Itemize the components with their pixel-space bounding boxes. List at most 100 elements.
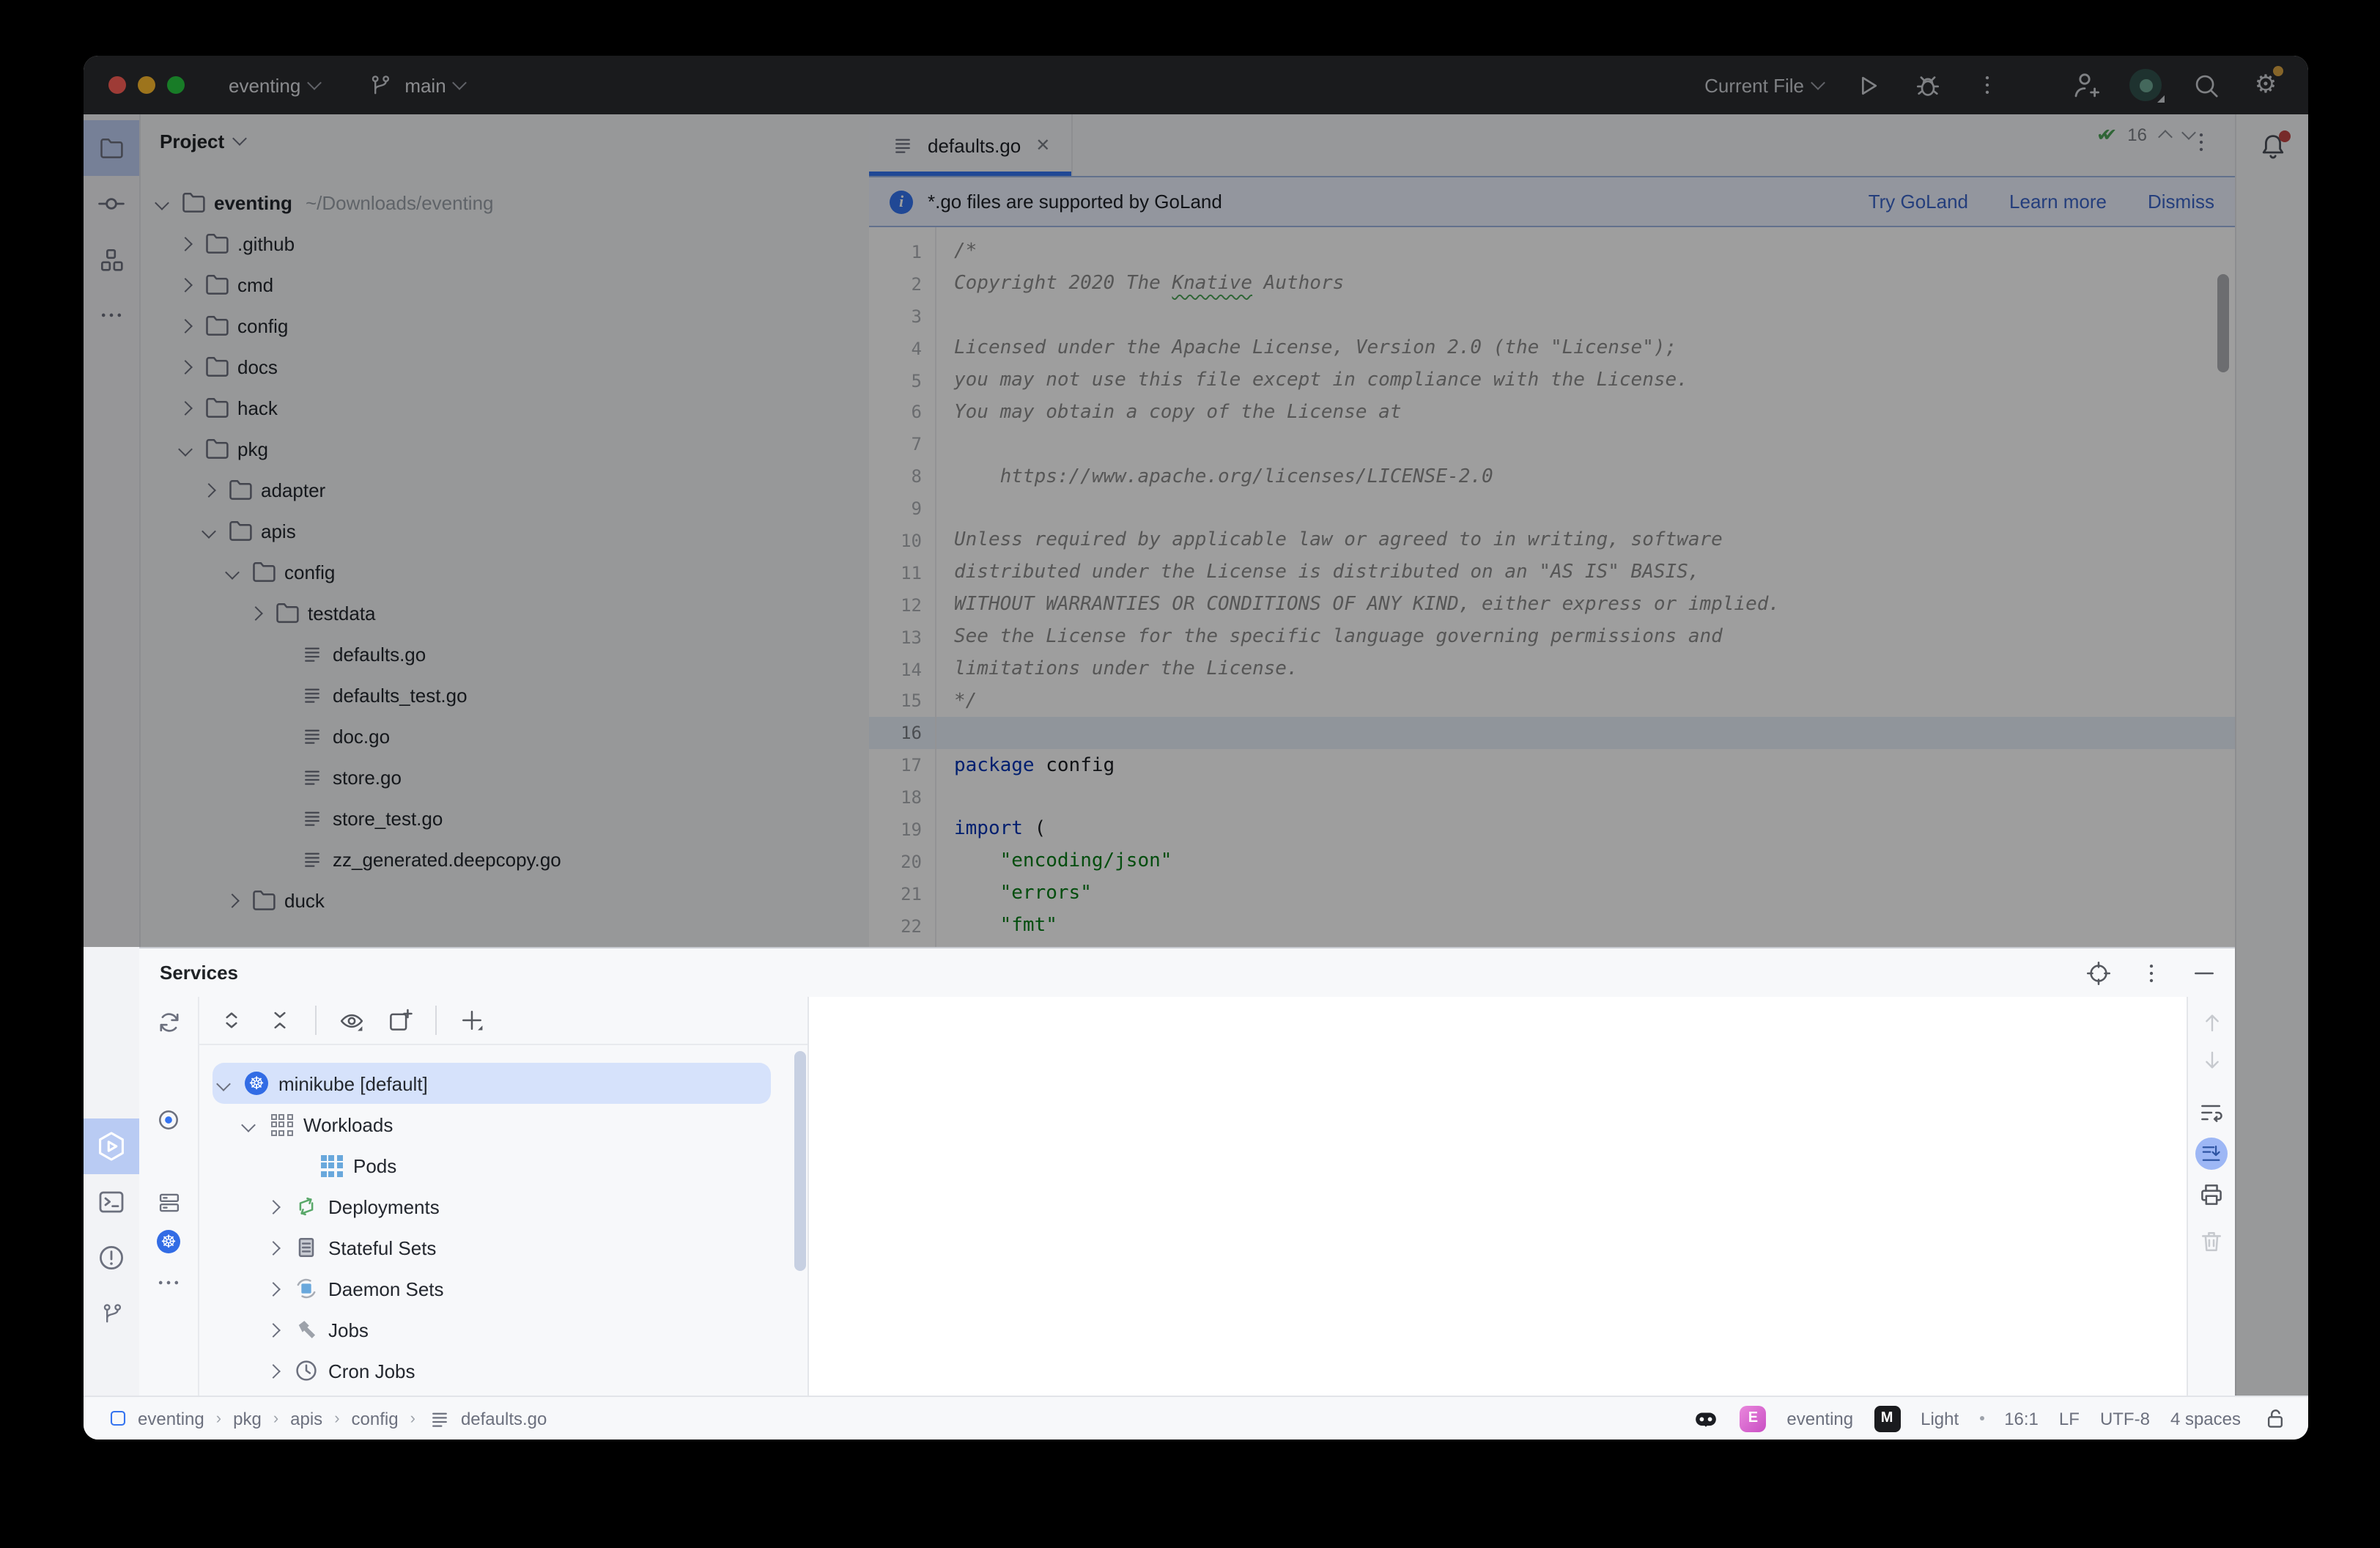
branch-widget[interactable]: main — [363, 69, 465, 101]
settings-button[interactable]: ⚙ — [2250, 69, 2282, 101]
project-panel-header[interactable]: Project — [139, 114, 869, 167]
more-icon[interactable] — [139, 1269, 198, 1296]
chevron-right-icon[interactable] — [202, 482, 216, 497]
up-arrow-icon[interactable] — [2198, 1009, 2225, 1035]
services-view-target-icon[interactable] — [139, 1107, 198, 1133]
services-tree-scrollbar[interactable] — [794, 1051, 806, 1271]
tree-item-apis[interactable]: apis — [139, 510, 869, 551]
tool-window-commit-button[interactable] — [84, 176, 139, 232]
banner-link-learn-more[interactable]: Learn more — [2009, 191, 2107, 213]
search-everywhere-button[interactable] — [2189, 69, 2222, 101]
copilot-icon[interactable] — [1693, 1405, 1719, 1431]
chevron-right-icon[interactable] — [266, 1363, 281, 1378]
env-name[interactable]: eventing — [1786, 1408, 1853, 1429]
code-with-me-button[interactable] — [2069, 69, 2102, 101]
chevron-right-icon[interactable] — [178, 277, 193, 292]
chevron-down-icon[interactable] — [155, 195, 169, 210]
tree-item-store-test-go[interactable]: store_test.go — [139, 797, 869, 838]
chevron-down-icon[interactable] — [202, 523, 216, 538]
breadcrumb-item-apis[interactable]: apis — [290, 1408, 322, 1429]
tool-window-terminal-button[interactable] — [84, 1174, 139, 1230]
encoding-widget[interactable]: UTF-8 — [2100, 1408, 2150, 1429]
tree-item-config[interactable]: config — [139, 305, 869, 346]
chevron-down-icon[interactable] — [216, 1076, 231, 1091]
avatar[interactable] — [2129, 69, 2162, 101]
more-actions-button[interactable] — [1971, 69, 2003, 101]
chevron-right-icon[interactable] — [248, 605, 263, 620]
indent-widget[interactable]: 4 spaces — [2170, 1408, 2241, 1429]
breadcrumb-item-defaults-go[interactable]: defaults.go — [427, 1405, 547, 1431]
tool-window-problems-button[interactable] — [84, 1230, 139, 1286]
caret-position-widget[interactable]: 16:1 — [2004, 1408, 2039, 1429]
tree-item-hack[interactable]: hack — [139, 387, 869, 428]
tree-item-config[interactable]: config — [139, 551, 869, 592]
chevron-right-icon[interactable] — [178, 359, 193, 374]
services-item-stateful-sets[interactable]: Stateful Sets — [198, 1227, 806, 1268]
print-button[interactable] — [2198, 1182, 2225, 1208]
clear-button[interactable] — [2198, 1228, 2225, 1255]
maximize-window-button[interactable] — [167, 76, 185, 94]
notifications-button[interactable] — [2257, 133, 2289, 166]
tree-item-defaults-test-go[interactable]: defaults_test.go — [139, 674, 869, 715]
theme-widget[interactable]: Light — [1921, 1408, 1959, 1429]
open-in-new-tab-button[interactable] — [387, 1007, 413, 1033]
scroll-to-end-button[interactable] — [2195, 1138, 2228, 1170]
prev-problem-icon[interactable] — [2158, 130, 2173, 144]
services-item-pods[interactable]: Pods — [198, 1145, 806, 1186]
breadcrumb-item-pkg[interactable]: pkg — [233, 1408, 262, 1429]
run-configuration-selector[interactable]: Current File — [1704, 74, 1823, 96]
add-service-button[interactable] — [459, 1007, 485, 1033]
chevron-right-icon[interactable] — [178, 236, 193, 251]
run-button[interactable] — [1851, 69, 1883, 101]
close-window-button[interactable] — [108, 76, 126, 94]
tree-item-zz-generated-deepcopy-go[interactable]: zz_generated.deepcopy.go — [139, 838, 869, 880]
tool-window-services-button[interactable] — [84, 1118, 139, 1174]
tree-item-defaults-go[interactable]: defaults.go — [139, 633, 869, 674]
code-editor[interactable]: 1/*2Copyright 2020 The Knative Authors34… — [869, 227, 2235, 947]
tree-item-adapter[interactable]: adapter — [139, 469, 869, 510]
down-arrow-icon[interactable] — [2198, 1047, 2225, 1073]
hide-panel-button[interactable] — [2191, 959, 2217, 986]
tree-item-cmd[interactable]: cmd — [139, 264, 869, 305]
collapse-all-button[interactable] — [267, 1007, 293, 1033]
minimize-window-button[interactable] — [138, 76, 155, 94]
chevron-right-icon[interactable] — [266, 1322, 281, 1337]
tree-item-testdata[interactable]: testdata — [139, 592, 869, 633]
tree-item-store-go[interactable]: store.go — [139, 756, 869, 797]
breadcrumb-item-config[interactable]: config — [352, 1408, 399, 1429]
chevron-right-icon[interactable] — [178, 400, 193, 415]
more-tool-windows-button[interactable] — [84, 287, 139, 343]
env-badge[interactable]: E — [1740, 1405, 1766, 1431]
services-item-cron-jobs[interactable]: Cron Jobs — [198, 1350, 806, 1391]
chevron-right-icon[interactable] — [266, 1199, 281, 1214]
services-options-button[interactable] — [2138, 959, 2165, 986]
lock-icon[interactable] — [2261, 1405, 2288, 1431]
services-item-daemon-sets[interactable]: Daemon Sets — [198, 1268, 806, 1309]
services-list-icon[interactable] — [139, 1190, 198, 1215]
services-item-deployments[interactable]: Deployments — [198, 1186, 806, 1227]
services-item-minikube-default-[interactable]: ☸minikube [default] — [198, 1063, 806, 1104]
tree-item-docs[interactable]: docs — [139, 346, 869, 387]
tree-item-eventing[interactable]: eventing~/Downloads/eventing — [139, 182, 869, 223]
kubernetes-icon[interactable]: ☸ — [139, 1230, 198, 1253]
inspections-widget[interactable]: ✔✔ 16 — [2096, 125, 2194, 145]
tree-item-doc-go[interactable]: doc.go — [139, 715, 869, 756]
tool-window-git-button[interactable] — [84, 1286, 139, 1341]
debug-button[interactable] — [1911, 69, 1943, 101]
banner-link-try-goland[interactable]: Try GoLand — [1869, 191, 1968, 213]
chevron-right-icon[interactable] — [266, 1240, 281, 1255]
view-options-button[interactable] — [339, 1007, 365, 1033]
tool-window-project-button[interactable] — [84, 120, 139, 176]
editor-tab-defaults-go[interactable]: defaults.go ✕ — [869, 114, 1072, 176]
crosshair-icon[interactable] — [2085, 959, 2112, 986]
next-problem-icon[interactable] — [2181, 125, 2196, 140]
project-widget[interactable]: eventing — [229, 74, 319, 96]
chevron-down-icon[interactable] — [225, 564, 240, 579]
editor-scrollbar[interactable] — [2217, 274, 2229, 372]
close-tab-icon[interactable]: ✕ — [1035, 135, 1050, 155]
minikube-badge[interactable]: M — [1874, 1405, 1900, 1431]
chevron-down-icon[interactable] — [178, 441, 193, 456]
services-item-workloads[interactable]: Workloads — [198, 1104, 806, 1145]
chevron-down-icon[interactable] — [241, 1117, 256, 1132]
tree-item--github[interactable]: .github — [139, 223, 869, 264]
